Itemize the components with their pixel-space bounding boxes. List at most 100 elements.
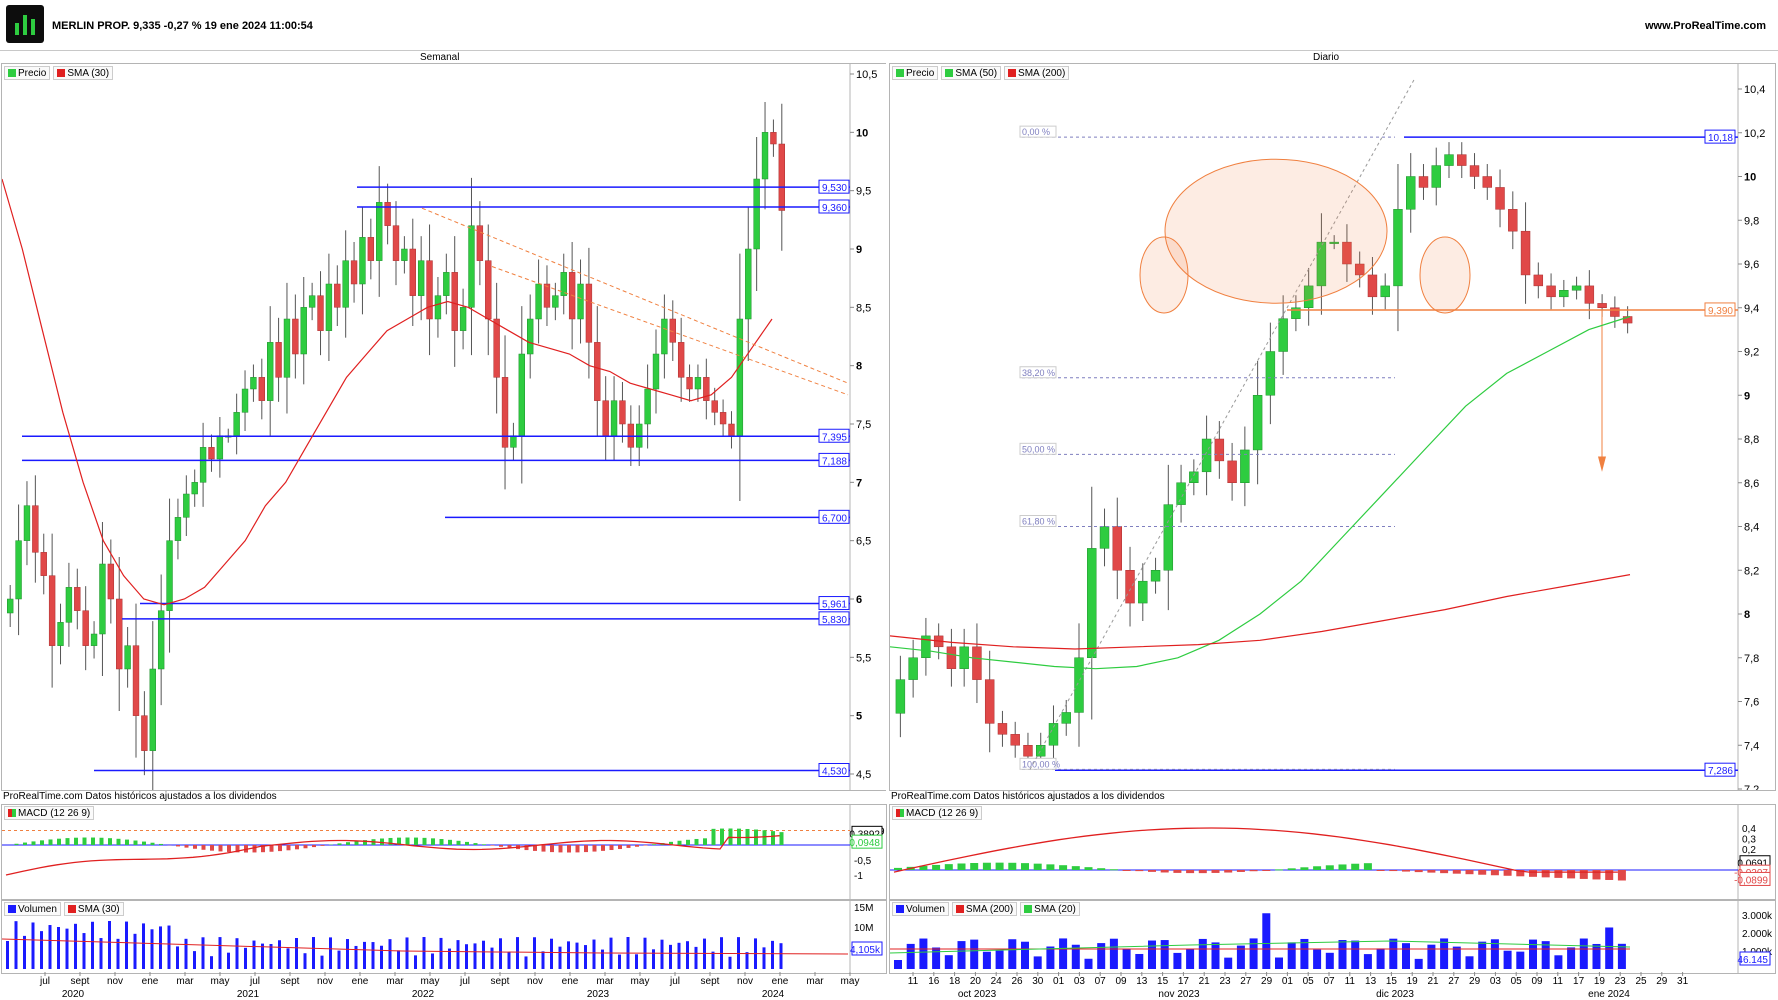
daily-price-panel[interactable]: 10,4 10,2 10 9,8 9,6 9,4 9,2 9 8,8 8,6 8,4 8,2 8 7,8 7… [889,63,1776,796]
macd-histogram-bar [762,830,767,845]
macd-histogram-bar [1376,870,1385,871]
x-month-label: ene 2024 [1588,989,1630,1000]
macd-histogram-bar [125,839,129,845]
candle-body [166,540,173,611]
macd-axis-label: 0,2 [1742,845,1756,856]
macd-histogram-bar [1478,870,1487,875]
x-year-label: 2024 [762,989,785,1000]
weekly-price-panel[interactable]: 10,5 10 9,5 9 8,5 8 7,5 7 6,5 6 5,5 5 4,5 9,530 9,360 7… [1,63,886,799]
daily-x-axis: 11 16 18 20 24 26 30 01 03 07 09 13 15 17 21 23 27 29 01 05… [908,972,1689,1000]
price-tick-label: 6 [856,594,862,606]
candle-body [1444,154,1454,166]
candle-body [275,342,282,378]
target-arrow-head [1598,456,1606,472]
macd-histogram-bar [31,841,36,845]
volume-bar [414,955,417,969]
weekly-macd-chart: 0,4849-0,5-10,38920,0948 [2,805,885,899]
candle-body [1163,504,1174,571]
macd-histogram-bar [40,840,44,845]
candle-body [1610,307,1620,317]
volume-bar [405,937,409,969]
volume-bar [1529,939,1537,969]
candle-body [65,587,73,623]
volume-bar [422,937,426,969]
daily-volume-value-label: 46.145 [1737,955,1768,966]
daily-data-note: ProRealTime.com Datos históricos ajustad… [891,791,1165,802]
volume-bar [618,954,621,969]
candle-body [1240,449,1250,483]
x-day-label: 27 [1448,976,1460,987]
macd-axis-label: 0,4 [1742,824,1756,835]
volume-bar [1617,943,1626,969]
candle-body [1036,745,1046,757]
candle-body [1227,460,1237,483]
candle-body [778,143,785,211]
macd-histogram-bar [550,845,554,853]
volume-bar [1313,949,1322,969]
weekly-legend: Precio SMA (30) [4,66,114,80]
volume-bar [575,942,579,969]
weekly-level-label: 7,188 [822,456,847,467]
candle-body [191,482,198,495]
macd-histogram-bar [995,862,1004,870]
candle-body [736,318,744,436]
candle-body [908,657,918,680]
macd-axis-label: -0,5 [854,856,872,867]
volume-bar [660,939,664,969]
weekly-volume-panel[interactable]: 15M10M5M4,105k [1,900,887,974]
x-month-label: may [421,976,440,987]
macd-line [5,835,780,876]
volume-bar [541,951,545,969]
legend-sma30: SMA (30) [67,67,110,79]
volume-bar [1287,942,1296,969]
volume-bar [295,938,298,969]
volume-bar [490,947,494,969]
fibonacci-label: 0,00 % [1022,127,1050,137]
app-logo-icon[interactable] [6,5,44,43]
volume-bar [1135,953,1144,969]
volume-bar [439,937,443,969]
candle-body [652,353,660,390]
volume-bar [932,947,941,969]
macd-histogram-bar [142,841,146,845]
macd-histogram-bar [1567,870,1576,879]
macd-histogram-bar [482,844,486,845]
candle-body [493,318,500,378]
weekly-macd-panel[interactable]: 0,4849-0,5-10,38920,0948 [1,804,887,900]
x-day-label: 11 [1553,976,1564,987]
volume-bar [380,945,383,969]
macd-histogram-bar [210,845,214,851]
volume-bar [762,947,766,969]
site-link[interactable]: www.ProRealTime.com [1645,20,1766,32]
candle-body [711,400,718,413]
x-day-label: 27 [1240,976,1252,987]
macd-histogram-bar [982,862,991,870]
candle-body [1367,274,1378,298]
candle-body [1406,176,1416,210]
macd-histogram-bar [1249,870,1258,872]
candle-body [594,342,601,401]
macd-histogram-bar [405,837,410,845]
weekly-level-label: 5,830 [822,615,847,626]
x-day-label: 21 [1199,976,1211,987]
candle-body [761,132,769,180]
daily-macd-panel[interactable]: 0,40,30,20,1-0,10,0691-0,0207-0,0899 [889,804,1776,900]
weekly-macd-label: MACD (12 26 9) [18,807,91,819]
candle-body [417,260,425,296]
macd-histogram-bar [1414,870,1423,873]
candle-body [7,598,14,614]
volume-bar [567,941,570,969]
price-tick-label: 8,4 [1744,522,1759,534]
volume-bar [125,921,128,969]
candle-body [535,283,542,320]
macd-histogram-bar [380,838,384,845]
candle-body [1571,285,1582,291]
x-month-label: jul [669,976,680,987]
daily-sma200-line [889,574,1631,650]
macd-histogram-bar [558,845,563,853]
candle-body [1418,176,1429,188]
macd-histogram-bar [354,841,359,845]
daily-level-label: 9,390 [1708,306,1733,317]
macd-histogram-bar [133,840,138,845]
volume-bar [320,955,324,969]
